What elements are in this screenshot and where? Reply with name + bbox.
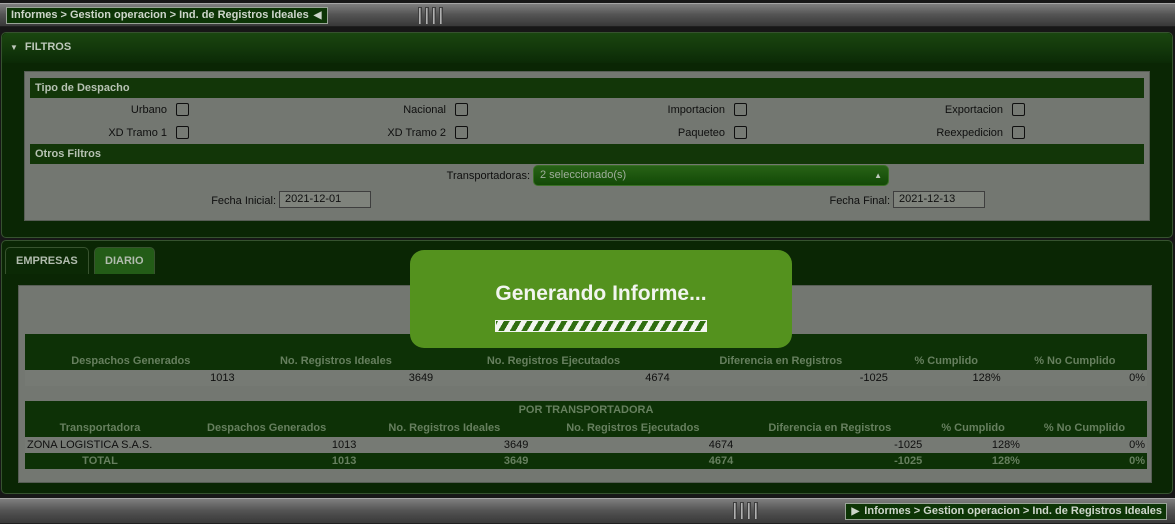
loading-dialog: Generando Informe...: [410, 250, 792, 348]
progress-bar: [495, 320, 707, 332]
loading-message: Generando Informe...: [495, 282, 707, 305]
